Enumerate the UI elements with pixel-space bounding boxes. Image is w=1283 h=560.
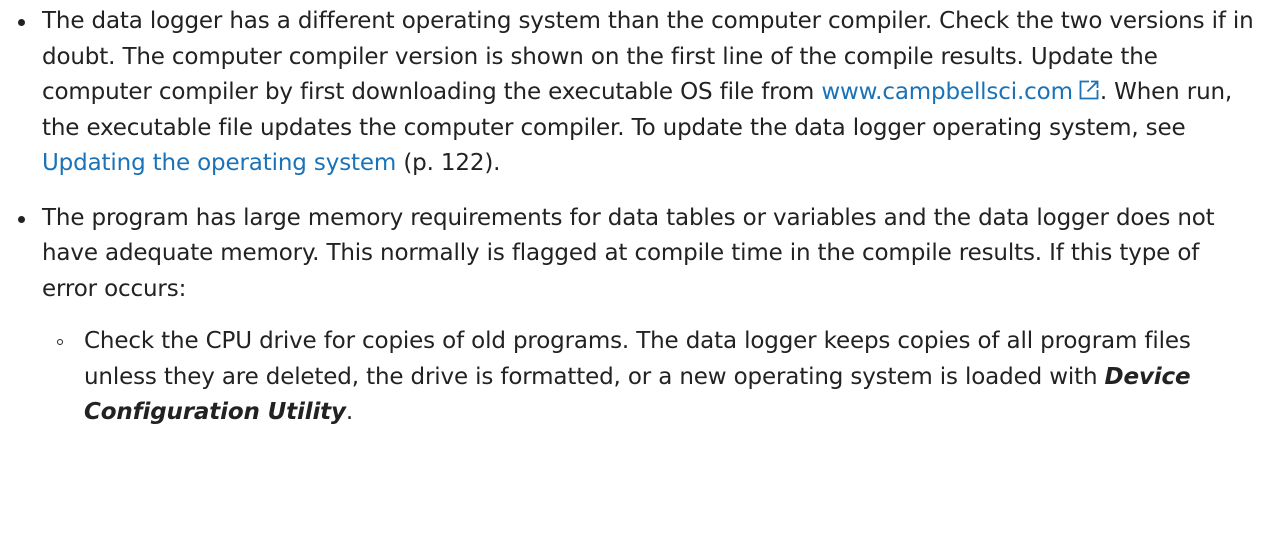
sub-list-item-check-cpu: Check the CPU drive for copies of old pr…	[42, 324, 1254, 431]
bullet-dot-icon	[18, 215, 25, 223]
list-item-os-mismatch: The data logger has a different operatin…	[0, 4, 1257, 182]
bullet-dot-icon	[18, 19, 25, 26]
sub-item-end: .	[345, 399, 354, 425]
page-reference: (p. 122).	[396, 150, 501, 176]
bullet-list: The data logger has a different operatin…	[0, 4, 1283, 431]
sub-bullet-list: Check the CPU drive for copies of old pr…	[42, 324, 1257, 431]
document-page: The data logger has a different operatin…	[0, 0, 1283, 560]
list-item-memory: The program has large memory requirement…	[0, 201, 1257, 431]
sub-item-text: Check the CPU drive for copies of old pr…	[84, 328, 1191, 390]
updating-os-link[interactable]: Updating the operating system	[42, 150, 396, 176]
item-text: The program has large memory requirement…	[42, 204, 1215, 302]
bullet-ring-icon	[57, 339, 63, 345]
external-link-icon[interactable]	[1078, 79, 1100, 101]
campbellsci-link[interactable]: www.campbellsci.com	[821, 79, 1073, 105]
